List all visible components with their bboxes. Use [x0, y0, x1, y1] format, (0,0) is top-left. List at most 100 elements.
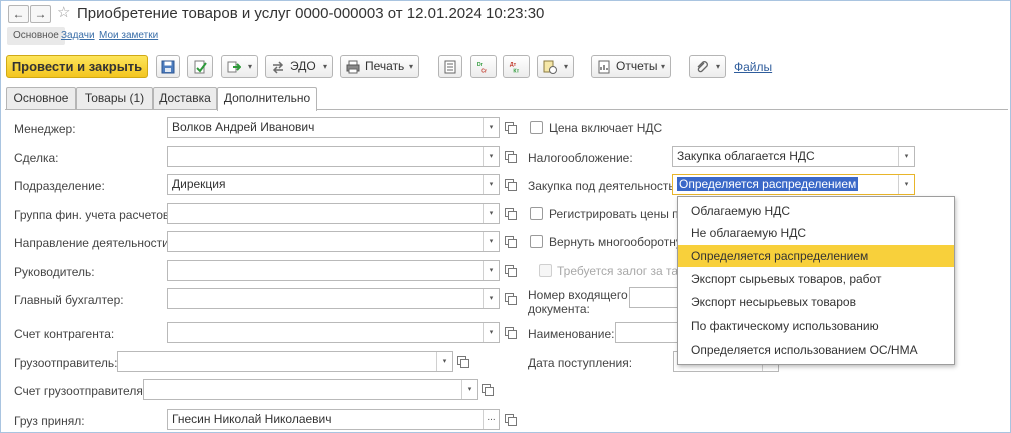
purchase-activity-value: Определяется распределением — [677, 177, 859, 191]
taxation-value: Закупка облагается НДС — [677, 149, 815, 163]
department-field[interactable]: Дирекция ▾ — [167, 174, 500, 195]
return-packaging-checkbox[interactable] — [530, 235, 543, 248]
dropdown-item-by-distribution[interactable]: Определяется распределением — [678, 245, 954, 267]
dropdown-item-non-taxable-vat[interactable]: Не облагаемую НДС — [678, 222, 954, 244]
chief-accountant-field[interactable]: ▾ — [167, 288, 500, 309]
tab-additional[interactable]: Дополнительно — [217, 87, 317, 111]
counterparty-account-field[interactable]: ▾ — [167, 322, 500, 343]
chevron-down-icon[interactable]: ▾ — [483, 204, 499, 223]
related-documents-button[interactable]: ▾ — [537, 55, 574, 78]
create-based-on-icon — [227, 61, 241, 73]
edo-label: ЭДО — [290, 59, 316, 73]
price-incl-vat-checkbox[interactable] — [530, 121, 543, 134]
register-prices-checkbox[interactable] — [530, 207, 543, 220]
incoming-doc-number-label-line1: Номер входящего — [528, 288, 628, 302]
ellipsis-icon[interactable]: ... — [483, 410, 499, 429]
back-button[interactable]: ← — [8, 5, 29, 23]
chevron-down-icon[interactable]: ▾ — [461, 380, 477, 399]
department-label: Подразделение: — [14, 179, 105, 193]
svg-text:Кт: Кт — [513, 68, 519, 74]
forward-button[interactable]: → — [30, 5, 51, 23]
files-link[interactable]: Файлы — [734, 59, 772, 75]
chevron-down-icon[interactable]: ▾ — [483, 118, 499, 137]
open-head-button[interactable] — [501, 260, 519, 281]
chevron-down-icon[interactable]: ▾ — [436, 352, 452, 371]
tab-delivery[interactable]: Доставка — [153, 87, 217, 109]
document-window: ← → ☆ Приобретение товаров и услуг 0000-… — [0, 0, 1011, 433]
deposit-required-label: Требуется залог за тар — [557, 264, 685, 278]
consignor-label: Грузоотправитель: — [14, 356, 118, 370]
dropdown-item-actual-use[interactable]: По фактическому использованию — [678, 315, 954, 337]
subtab-notes[interactable]: Мои заметки — [93, 27, 164, 45]
open-fin-group-button[interactable] — [501, 203, 519, 224]
open-department-button[interactable] — [501, 174, 519, 195]
reports-button[interactable]: Отчеты ▾ — [591, 55, 671, 78]
purchase-activity-dropdown: Облагаемую НДС Не облагаемую НДС Определ… — [677, 196, 955, 365]
consignor-field[interactable]: ▾ — [117, 351, 453, 372]
chevron-down-icon[interactable]: ▾ — [483, 289, 499, 308]
open-counterparty-account-button[interactable] — [501, 322, 519, 343]
manager-field[interactable]: Волков Андрей Иванович ▾ — [167, 117, 500, 138]
tab-divider — [5, 109, 1008, 110]
counterparty-account-label: Счет контрагента: — [14, 327, 115, 341]
open-deal-button[interactable] — [501, 146, 519, 167]
chevron-down-icon[interactable]: ▾ — [483, 175, 499, 194]
post-and-close-button[interactable]: Провести и закрыть — [6, 55, 148, 78]
tab-goods[interactable]: Товары (1) — [76, 87, 153, 109]
open-chief-accountant-button[interactable] — [501, 288, 519, 309]
save-button[interactable] — [156, 55, 180, 78]
open-consignor-account-button[interactable] — [478, 379, 496, 400]
edo-button[interactable]: ЭДО ▾ — [265, 55, 333, 78]
open-form-icon — [508, 296, 517, 305]
open-consignor-button[interactable] — [453, 351, 471, 372]
chevron-down-icon[interactable]: ▾ — [483, 323, 499, 342]
consignor-account-field[interactable]: ▾ — [143, 379, 478, 400]
attachments-button[interactable]: ▾ — [689, 55, 726, 78]
deal-label: Сделка: — [14, 151, 59, 165]
dropdown-item-fixed-assets-use[interactable]: Определяется использованием ОС/НМА — [678, 339, 954, 361]
chevron-down-icon: ▾ — [408, 62, 413, 71]
create-based-on-button[interactable]: ▾ — [221, 55, 258, 78]
dt-kt-button[interactable]: Dr Cr — [470, 55, 497, 78]
open-form-icon — [460, 359, 469, 368]
chevron-down-icon[interactable]: ▾ — [483, 232, 499, 251]
document-structure-button[interactable] — [438, 55, 462, 78]
open-form-icon — [508, 239, 517, 248]
consignor-account-label: Счет грузоотправителя: — [14, 384, 147, 398]
chevron-down-icon: ▾ — [715, 62, 720, 71]
chevron-down-icon: ▾ — [660, 62, 665, 71]
related-documents-icon — [543, 60, 557, 74]
fin-group-field[interactable]: ▾ — [167, 203, 500, 224]
post-button[interactable] — [187, 55, 213, 78]
register-prices-label: Регистрировать цены по — [549, 207, 686, 221]
post-document-icon — [194, 60, 207, 74]
taxation-field[interactable]: Закупка облагается НДС ▾ — [672, 146, 915, 167]
manager-label: Менеджер: — [14, 122, 76, 136]
chevron-down-icon[interactable]: ▾ — [898, 175, 914, 194]
open-activity-direction-button[interactable] — [501, 231, 519, 252]
received-by-field[interactable]: Гнесин Николай Николаевич ... — [167, 409, 500, 430]
chevron-down-icon[interactable]: ▾ — [483, 261, 499, 280]
dropdown-item-export-non-raw[interactable]: Экспорт несырьевых товаров — [678, 291, 954, 313]
activity-direction-field[interactable]: ▾ — [167, 231, 500, 252]
manager-value: Волков Андрей Иванович — [172, 120, 315, 134]
journal-entries-button[interactable]: Дт Кт — [503, 55, 530, 78]
dropdown-item-taxable-vat[interactable]: Облагаемую НДС — [678, 200, 954, 222]
purchase-activity-field[interactable]: Определяется распределением ▾ — [672, 174, 915, 195]
open-received-by-button[interactable] — [501, 409, 519, 430]
chief-accountant-label: Главный бухгалтер: — [14, 293, 124, 307]
svg-text:Cr: Cr — [481, 68, 487, 74]
deal-field[interactable]: ▾ — [167, 146, 500, 167]
chevron-down-icon[interactable]: ▾ — [483, 147, 499, 166]
arrow-right-icon: → — [34, 7, 47, 21]
activity-direction-label: Направление деятельности: — [14, 236, 173, 250]
chevron-down-icon: ▾ — [563, 62, 568, 71]
open-manager-button[interactable] — [501, 117, 519, 138]
print-button[interactable]: Печать ▾ — [340, 55, 419, 78]
favorite-star-icon[interactable]: ☆ — [57, 4, 70, 22]
head-field[interactable]: ▾ — [167, 260, 500, 281]
chevron-down-icon[interactable]: ▾ — [898, 147, 914, 166]
dropdown-item-export-raw[interactable]: Экспорт сырьевых товаров, работ — [678, 268, 954, 290]
tab-main[interactable]: Основное — [6, 87, 76, 109]
svg-text:Dr: Dr — [477, 62, 483, 68]
